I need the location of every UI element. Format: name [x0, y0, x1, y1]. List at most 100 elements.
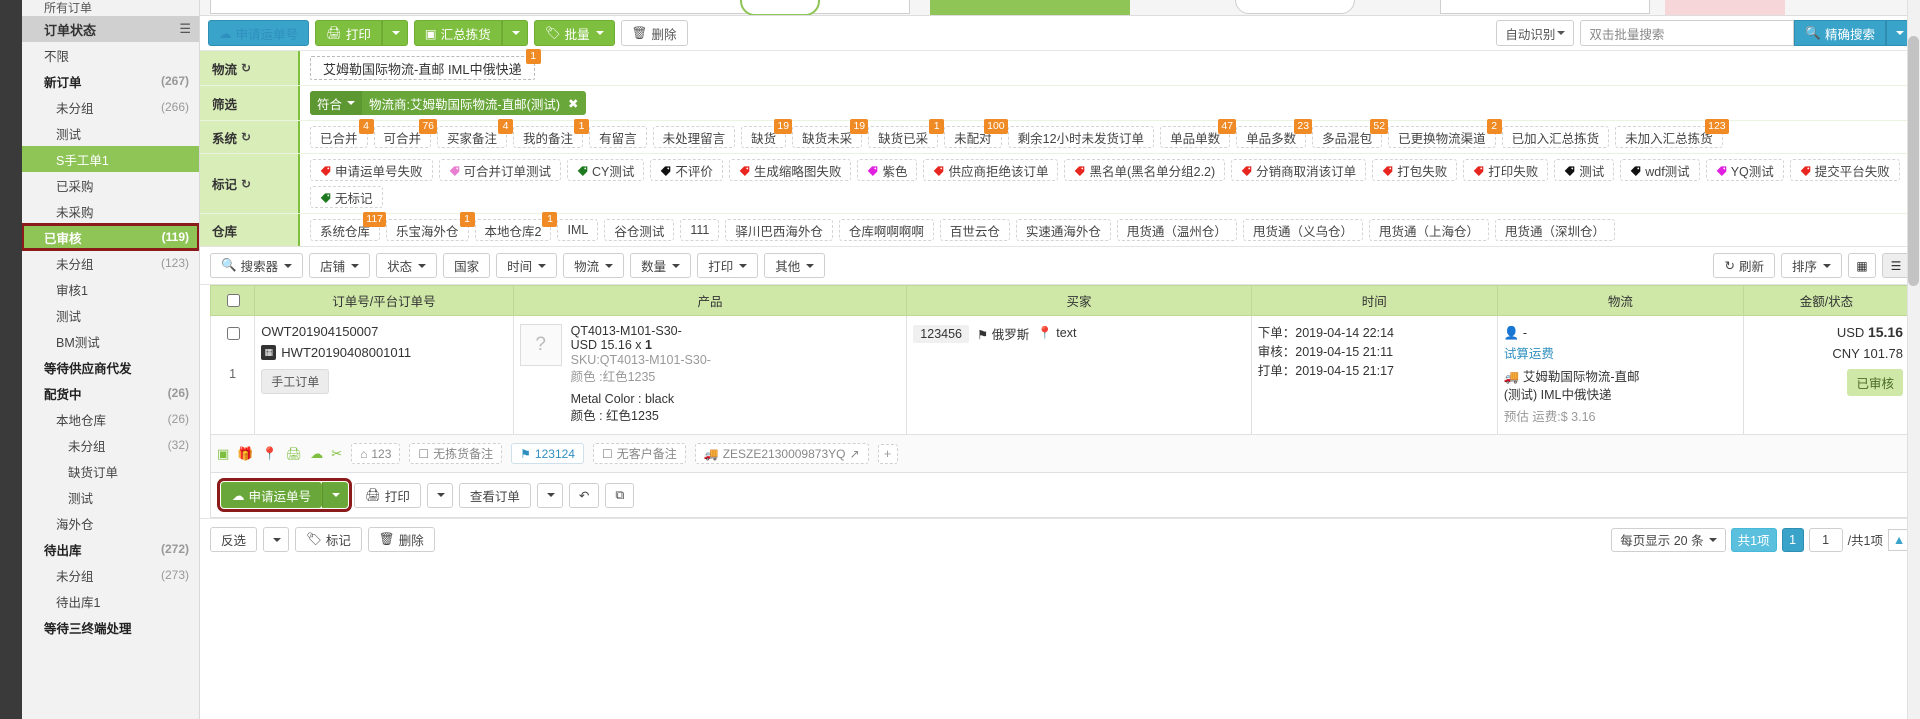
refresh-icon[interactable]: ↻: [241, 177, 251, 191]
filter-chip[interactable]: 甩货通（上海仓）: [1369, 219, 1489, 241]
logistics-chip[interactable]: 艾姆勒国际物流-直邮 IML中俄快递1: [310, 56, 535, 80]
tag-chip[interactable]: 分销商取消该订单: [1231, 159, 1366, 181]
tab-remnant-active[interactable]: [740, 0, 820, 16]
tag-chip[interactable]: 打印失败: [1463, 159, 1548, 181]
tag-chip[interactable]: YQ测试: [1706, 159, 1784, 181]
refresh-icon[interactable]: ↻: [241, 61, 251, 75]
filter-chip[interactable]: 已加入汇总拣货: [1502, 126, 1610, 148]
apply-waybill-button[interactable]: ☁ 申请运单号: [208, 20, 309, 46]
sidebar-item-4[interactable]: S手工单1: [22, 146, 199, 172]
filter-chip[interactable]: 谷仓测试: [604, 219, 674, 241]
tag-chip[interactable]: 供应商拒绝该订单: [923, 159, 1058, 181]
gift-icon[interactable]: 🎁: [237, 446, 253, 462]
row-view-order-button[interactable]: 查看订单: [459, 483, 531, 508]
printer-icon[interactable]: 🖨: [286, 446, 303, 462]
subtoolbar-打印[interactable]: 打印: [697, 253, 758, 278]
pin-icon[interactable]: 📍: [261, 446, 277, 462]
sidebar-item-2[interactable]: 未分组(266): [22, 94, 199, 120]
grid-view-button[interactable]: ▦: [1848, 253, 1876, 278]
summary-pick-dropdown-button[interactable]: [502, 20, 528, 46]
list-view-button[interactable]: ☰: [1882, 253, 1910, 278]
filter-chip[interactable]: 甩货通（深圳仓）: [1495, 219, 1615, 241]
tag-chip[interactable]: 申请运单号失败: [310, 159, 433, 181]
row-apply-waybill-button[interactable]: ☁ 申请运单号: [221, 482, 322, 508]
page-input[interactable]: 1: [1809, 528, 1843, 552]
filter-chip[interactable]: 剩余12小时未发货订单: [1008, 126, 1154, 148]
filter-chip[interactable]: 111: [680, 219, 719, 241]
tab-remnant-2[interactable]: [1235, 0, 1355, 14]
filter-chip[interactable]: 已合并4: [310, 126, 368, 148]
product-thumbnail[interactable]: ?: [520, 324, 562, 366]
sort-button[interactable]: 排序: [1781, 253, 1842, 278]
sidebar-item-21[interactable]: 待出库1: [22, 588, 199, 614]
tag-chip[interactable]: 提交平台失败: [1790, 159, 1900, 181]
filter-chip[interactable]: 缺货已采1: [868, 126, 938, 148]
sidebar-item-6[interactable]: 未采购: [22, 198, 199, 224]
tab-remnant-green[interactable]: [930, 0, 1130, 16]
print-dropdown-button[interactable]: [382, 20, 408, 46]
filter-chip[interactable]: 多品混包52: [1312, 126, 1382, 148]
cloud-icon[interactable]: ☁: [310, 446, 323, 462]
sidebar-item-7[interactable]: 已审核(119): [22, 224, 199, 250]
sidebar-item-11[interactable]: BM测试: [22, 328, 199, 354]
row-footer-chip-0[interactable]: ⌂123: [351, 443, 400, 464]
tag-chip[interactable]: CY测试: [567, 159, 644, 181]
invert-selection-dropdown[interactable]: [263, 527, 289, 552]
filter-chip[interactable]: 本地仓库21: [475, 219, 552, 241]
delete-button[interactable]: 🗑 删除: [621, 20, 688, 46]
subtoolbar-状态[interactable]: 状态: [376, 253, 437, 278]
platform-order-number[interactable]: HWT20190408001011: [281, 345, 411, 360]
row-copy-button[interactable]: ⧉: [605, 483, 634, 508]
vertical-scrollbar[interactable]: [1907, 0, 1920, 719]
tag-chip[interactable]: 测试: [1554, 159, 1614, 181]
filter-chip[interactable]: 百世云仓: [940, 219, 1010, 241]
subtoolbar-其他[interactable]: 其他: [764, 253, 825, 278]
filter-chip[interactable]: 甩货通（温州仓）: [1117, 219, 1237, 241]
sidebar-item-15[interactable]: 未分组(32): [22, 432, 199, 458]
filter-chip[interactable]: 已更换物流渠道2: [1388, 126, 1496, 148]
close-icon[interactable]: ✖: [568, 96, 586, 111]
sidebar-item-17[interactable]: 测试: [22, 484, 199, 510]
subtoolbar-国家[interactable]: 国家: [443, 253, 490, 278]
exact-search-button[interactable]: 🔍 精确搜索: [1794, 20, 1886, 46]
tag-chip[interactable]: wdf测试: [1620, 159, 1699, 181]
sidebar-item-10[interactable]: 测试: [22, 302, 199, 328]
subtoolbar-数量[interactable]: 数量: [630, 253, 691, 278]
scissors-icon[interactable]: ✂: [331, 446, 342, 462]
filter-chip[interactable]: 系统仓库117: [310, 219, 380, 241]
sidebar-item-20[interactable]: 未分组(273): [22, 562, 199, 588]
tag-chip[interactable]: 黑名单(黑名单分组2.2): [1064, 159, 1225, 181]
filter-chip[interactable]: 有留言: [589, 126, 647, 148]
invert-selection-button[interactable]: 反选: [210, 527, 257, 552]
tag-chip[interactable]: 可合并订单测试: [439, 159, 562, 181]
subtoolbar-时间[interactable]: 时间: [496, 253, 557, 278]
applied-filter-match[interactable]: 符合: [310, 91, 362, 115]
subtoolbar-物流[interactable]: 物流: [563, 253, 624, 278]
tag-chip[interactable]: 打包失败: [1372, 159, 1457, 181]
sidebar-item-14[interactable]: 本地仓库(26): [22, 406, 199, 432]
mark-button[interactable]: 🏷 标记: [295, 527, 362, 552]
sidebar-item-0[interactable]: 不限: [22, 42, 199, 68]
tag-chip[interactable]: 紫色: [857, 159, 917, 181]
row-print-dropdown[interactable]: [427, 483, 453, 508]
tag-chip[interactable]: 生成缩略图失败: [729, 159, 852, 181]
row-footer-chip-1[interactable]: ☐无拣货备注: [409, 443, 502, 464]
table-row[interactable]: 1 OWT201904150007 ▦ HWT20190408001011 手工…: [211, 316, 1910, 435]
batch-button[interactable]: 🏷 批量: [534, 20, 615, 46]
row-print-button[interactable]: 🖨 打印: [354, 483, 421, 508]
select-all-checkbox[interactable]: [227, 294, 240, 307]
subtoolbar-搜索器[interactable]: 🔍搜索器: [210, 253, 303, 278]
sidebar-item-9[interactable]: 审核1: [22, 276, 199, 302]
row-checkbox[interactable]: [227, 327, 240, 340]
print-button[interactable]: 🖨 打印: [315, 20, 382, 46]
row-footer-chip-2[interactable]: ⚑123124: [511, 443, 584, 464]
row-apply-waybill-dropdown[interactable]: [322, 482, 348, 508]
external-link-icon[interactable]: ↗: [849, 447, 859, 461]
sidebar-item-16[interactable]: 缺货订单: [22, 458, 199, 484]
sidebar-item-12[interactable]: 等待供应商代发: [22, 354, 199, 380]
order-number[interactable]: OWT201904150007: [261, 324, 506, 339]
filter-chip[interactable]: 驿川巴西海外仓: [725, 219, 833, 241]
applied-filter-pill[interactable]: 符合物流商:艾姆勒国际物流-直邮(测试)✖: [310, 91, 586, 115]
sidebar-item-22[interactable]: 等待三终端处理: [22, 614, 199, 640]
sidebar-item-8[interactable]: 未分组(123): [22, 250, 199, 276]
